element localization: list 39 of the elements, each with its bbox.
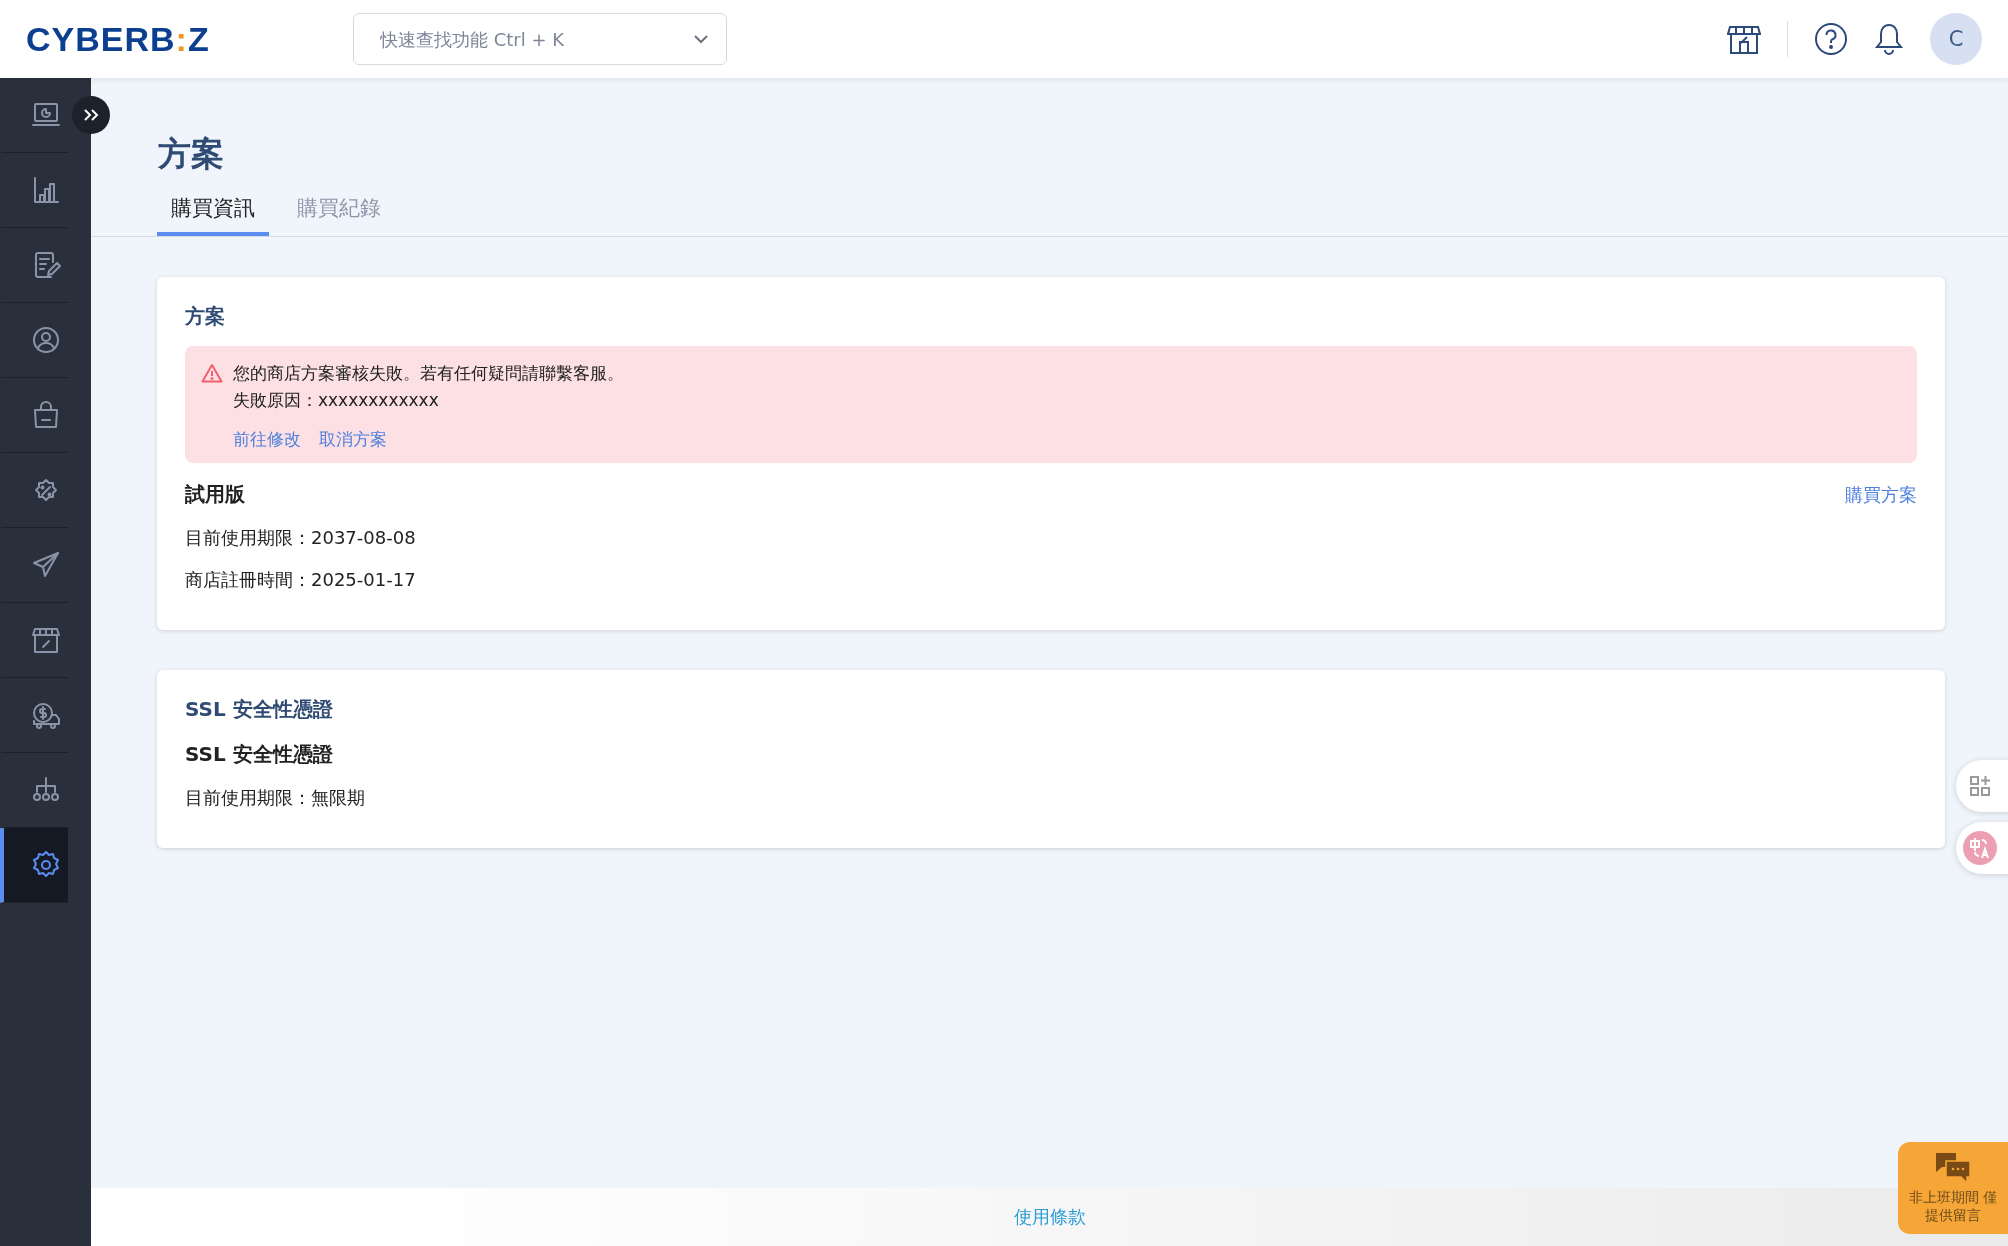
failure-reason: 失敗原因：xxxxxxxxxxxx: [233, 389, 440, 412]
certificate-detail: 目前使用期限：無限期: [185, 786, 366, 810]
search-field[interactable]: 快速查找功能 Ctrl + K: [353, 13, 727, 65]
alert-action-link[interactable]: 取消方案: [319, 428, 387, 451]
chat-notice: 非上班期間 僅 提供留言: [1909, 1188, 1997, 1224]
avatar[interactable]: C: [1930, 13, 1982, 65]
sidebar-item[interactable]: [0, 828, 68, 903]
plan-detail: 目前使用期限：2037-08-08: [185, 526, 417, 550]
tab[interactable]: 購買紀錄: [283, 186, 395, 236]
store-icon: [31, 625, 61, 655]
settings-icon: [31, 850, 61, 880]
translate-icon: [1963, 831, 1997, 865]
terms-link[interactable]: 使用條款: [1013, 1205, 1086, 1229]
buy-plan-link[interactable]: 購買方案: [1845, 482, 1917, 507]
chat-bubbles-icon: [1935, 1152, 1971, 1184]
chat-widget[interactable]: 非上班期間 僅 提供留言: [1898, 1142, 2008, 1234]
logo[interactable]: CYBERB:Z: [26, 19, 353, 59]
double-chevron-icon: [83, 108, 99, 122]
bar-chart-icon: [31, 175, 61, 205]
apps-icon: [1968, 774, 1992, 798]
page-title: 方案: [158, 134, 225, 174]
chevron-down-icon: [693, 34, 709, 44]
plan-name: 試用版: [185, 481, 245, 508]
store-icon[interactable]: [1727, 23, 1761, 55]
bag-icon: [31, 400, 61, 430]
user-icon: [31, 325, 61, 355]
card-title: 方案: [185, 303, 226, 330]
tab[interactable]: 購買資訊: [157, 186, 269, 236]
plan-detail: 商店註冊時間：2025-01-17: [185, 568, 417, 592]
certificate-name: SSL 安全性憑證: [185, 741, 333, 768]
alert-message: 您的商店方案審核失敗。若有任何疑問請聯繫客服。: [233, 362, 624, 385]
alert-action-link[interactable]: 前往修改: [233, 428, 301, 451]
apps-button[interactable]: [1956, 760, 2008, 812]
paper-plane-icon: [31, 550, 61, 580]
card-title: SSL 安全性憑證: [185, 696, 334, 723]
bell-icon[interactable]: [1874, 22, 1904, 56]
money-truck-icon: [31, 700, 61, 730]
help-icon[interactable]: [1814, 22, 1848, 56]
warning-icon: [201, 363, 223, 383]
